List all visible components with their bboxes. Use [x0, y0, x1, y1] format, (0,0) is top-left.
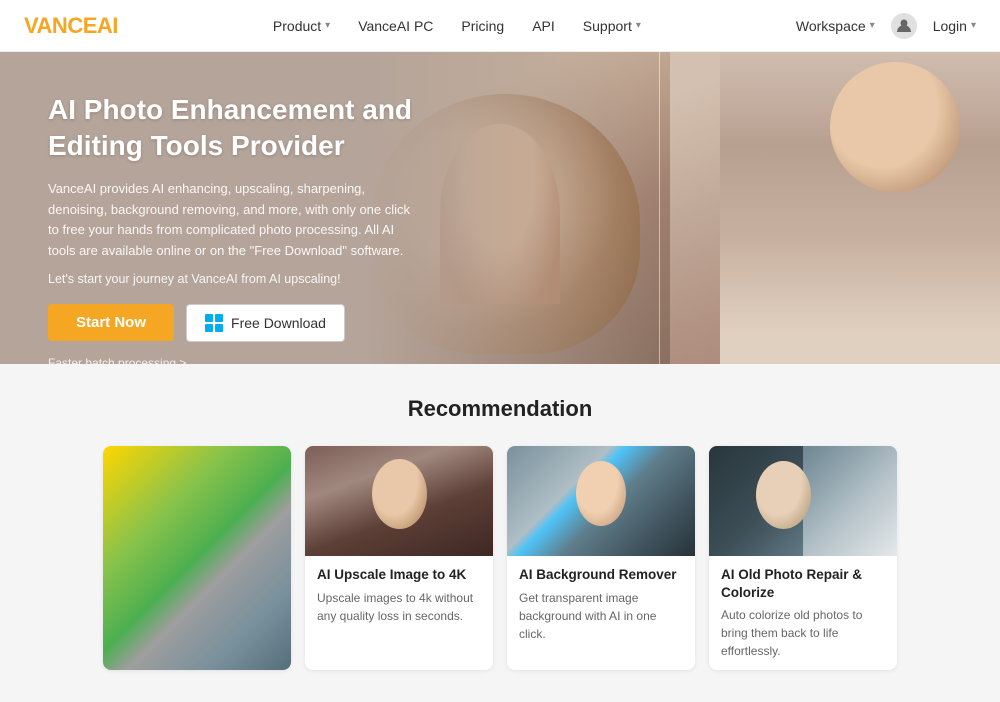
nav-product[interactable]: Product ▾	[273, 18, 330, 34]
nav-api[interactable]: API	[532, 18, 555, 34]
chevron-down-icon-workspace: ▾	[870, 20, 875, 31]
nav-links: Product ▾ VanceAI PC Pricing API Support…	[273, 18, 641, 34]
rec-card-enhancer[interactable]: AI Image Enhancer One-click solution to …	[103, 446, 291, 670]
rec-card-desc-bg-remover: Get transparent image background with AI…	[519, 589, 683, 643]
rec-card-img-upscale	[305, 446, 493, 556]
navbar: VANCEAI Product ▾ VanceAI PC Pricing API…	[0, 0, 1000, 52]
workspace-button[interactable]: Workspace ▾	[796, 18, 875, 34]
chevron-down-icon-support: ▾	[636, 20, 641, 31]
hero-section: AI Photo Enhancement and Editing Tools P…	[0, 52, 1000, 364]
rec-card-bg-remover[interactable]: AI Background Remover Get transparent im…	[507, 446, 695, 670]
rec-card-img-enhancer	[103, 446, 291, 670]
login-button[interactable]: Login ▾	[933, 18, 976, 34]
rec-card-img-photo-repair	[709, 446, 897, 556]
logo-ai: AI	[97, 13, 118, 38]
logo[interactable]: VANCEAI	[24, 13, 118, 39]
rec-card-desc-photo-repair: Auto colorize old photos to bring them b…	[721, 606, 885, 660]
rec-card-desc-upscale: Upscale images to 4k without any quality…	[317, 589, 481, 625]
recommendation-title: Recommendation	[24, 396, 976, 422]
rec-card-body-photo-repair: AI Old Photo Repair & Colorize Auto colo…	[709, 556, 897, 670]
rec-card-body-upscale: AI Upscale Image to 4K Upscale images to…	[305, 556, 493, 635]
hero-title: AI Photo Enhancement and Editing Tools P…	[48, 92, 420, 165]
hero-content: AI Photo Enhancement and Editing Tools P…	[0, 52, 460, 364]
chevron-down-icon: ▾	[325, 20, 330, 31]
hero-description: VanceAI provides AI enhancing, upscaling…	[48, 179, 420, 262]
rec-card-title-photo-repair: AI Old Photo Repair & Colorize	[721, 566, 885, 601]
user-avatar-icon	[891, 13, 917, 39]
rec-card-title-upscale: AI Upscale Image to 4K	[317, 566, 481, 584]
nav-vanceai-pc[interactable]: VanceAI PC	[358, 18, 433, 34]
rec-card-body-bg-remover: AI Background Remover Get transparent im…	[507, 556, 695, 653]
logo-vance: VANCE	[24, 13, 97, 38]
chevron-down-icon-login: ▾	[971, 20, 976, 31]
free-download-button[interactable]: Free Download	[186, 304, 345, 342]
face-circle	[830, 62, 960, 192]
nav-right: Workspace ▾ Login ▾	[796, 13, 976, 39]
recommendation-cards: AI Image Enhancer One-click solution to …	[24, 446, 976, 670]
rec-card-upscale[interactable]: AI Upscale Image to 4K Upscale images to…	[305, 446, 493, 670]
rec-card-img-bg-remover	[507, 446, 695, 556]
nav-pricing[interactable]: Pricing	[461, 18, 504, 34]
rec-card-title-bg-remover: AI Background Remover	[519, 566, 683, 584]
batch-processing-link[interactable]: Faster batch processing >	[48, 356, 186, 364]
hero-buttons: Start Now Free Download	[48, 304, 420, 342]
recommendation-section: Recommendation AI Image Enhancer One-cli…	[0, 364, 1000, 702]
rec-card-photo-repair[interactable]: AI Old Photo Repair & Colorize Auto colo…	[709, 446, 897, 670]
windows-icon	[205, 314, 223, 332]
nav-support[interactable]: Support ▾	[583, 18, 641, 34]
hero-photo-right	[670, 52, 1000, 364]
hero-cta-text: Let's start your journey at VanceAI from…	[48, 272, 420, 286]
start-now-button[interactable]: Start Now	[48, 304, 174, 341]
